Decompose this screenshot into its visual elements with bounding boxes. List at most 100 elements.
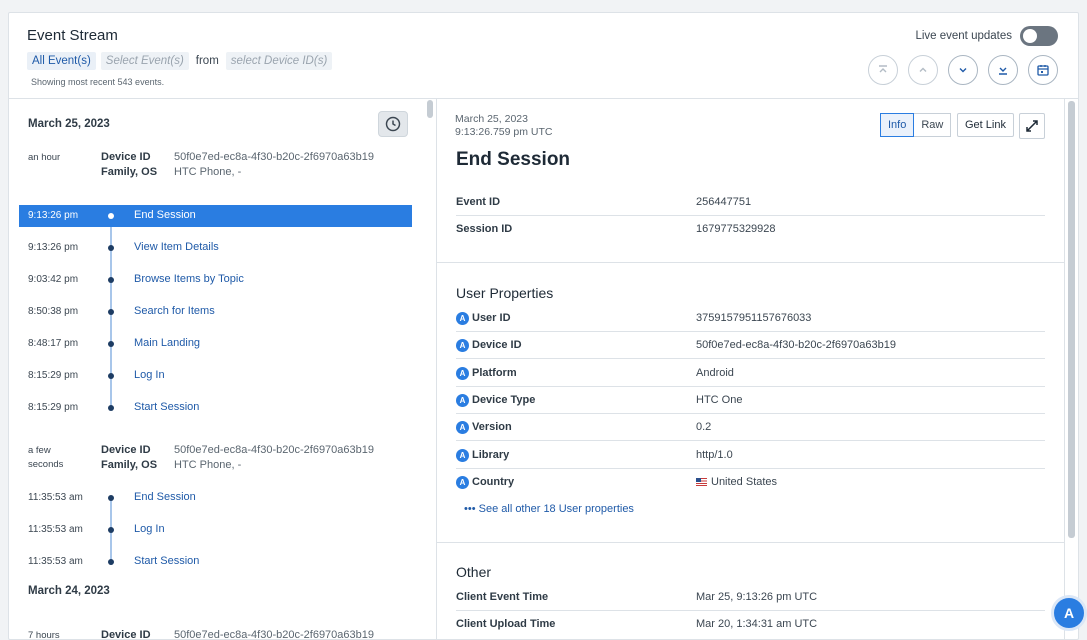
timeline-dot bbox=[108, 309, 114, 315]
event-name: End Session bbox=[134, 209, 196, 221]
event-name: View Item Details bbox=[134, 241, 219, 253]
next-button[interactable] bbox=[948, 55, 978, 85]
amplitude-icon: A bbox=[456, 476, 469, 489]
event-row[interactable]: 8:48:17 pm Main Landing bbox=[19, 333, 412, 355]
jump-to-bottom-button[interactable] bbox=[988, 55, 1018, 85]
event-time: 8:50:38 pm bbox=[28, 306, 79, 317]
event-name: Main Landing bbox=[134, 337, 201, 349]
timeline-dot bbox=[108, 373, 114, 379]
amplitude-logo-icon: A bbox=[1063, 605, 1075, 621]
event-filter: All Event(s) Select Event(s) from select… bbox=[27, 52, 333, 70]
device-id-value: 50f0e7ed-ec8a-4f30-b20c-2f6970a63b19 bbox=[174, 444, 374, 456]
event-row[interactable]: 8:15:29 pm Start Session bbox=[19, 397, 412, 419]
event-title: End Session bbox=[456, 149, 571, 170]
property-value: 3759157951157676033 bbox=[696, 312, 812, 324]
family-os-value: HTC Phone, - bbox=[174, 459, 242, 471]
event-time-utc: 9:13:26.759 pm UTC bbox=[455, 126, 553, 138]
next-icon bbox=[959, 68, 967, 73]
other-label: Client Upload Time bbox=[456, 618, 556, 630]
view-toggle: Info Raw bbox=[880, 113, 952, 137]
event-name: Search for Items bbox=[134, 305, 215, 317]
see-all-properties-link[interactable]: ••• See all other 18 User properties bbox=[464, 503, 634, 515]
other-value: Mar 20, 1:34:31 am UTC bbox=[696, 618, 818, 630]
timeline-scrollbar[interactable] bbox=[426, 99, 434, 119]
timeline-scroll-thumb[interactable] bbox=[427, 100, 433, 118]
property-row: A User ID 3759157951157676033 bbox=[456, 305, 1045, 332]
session-age-line1: a few bbox=[28, 445, 51, 456]
property-label: Platform bbox=[472, 367, 517, 379]
expand-icon bbox=[1026, 120, 1038, 132]
timeline-dot bbox=[108, 245, 114, 251]
event-name: Log In bbox=[134, 523, 165, 535]
property-label: User ID bbox=[472, 312, 511, 324]
see-all-label: See all other 18 User properties bbox=[478, 503, 634, 515]
event-row[interactable]: 9:13:26 pm View Item Details bbox=[19, 237, 412, 259]
property-value: United States bbox=[696, 476, 777, 488]
event-name: Log In bbox=[134, 369, 165, 381]
family-os-label: Family, OS bbox=[101, 459, 158, 471]
calendar-icon bbox=[1037, 65, 1049, 76]
event-row[interactable]: 11:35:53 am Start Session bbox=[19, 551, 412, 573]
get-link-button[interactable]: Get Link bbox=[957, 113, 1014, 137]
assistant-button[interactable]: A bbox=[1051, 595, 1087, 631]
select-events-input[interactable]: Select Event(s) bbox=[100, 52, 189, 70]
event-date: March 25, 2023 bbox=[455, 113, 528, 125]
other-title: Other bbox=[456, 564, 492, 580]
event-name: Start Session bbox=[134, 401, 200, 413]
time-format-button[interactable] bbox=[378, 111, 408, 137]
amplitude-icon: A bbox=[456, 394, 469, 407]
property-row: A Device Type HTC One bbox=[456, 387, 1045, 414]
session-age-line2: seconds bbox=[28, 459, 64, 470]
device-id-value: 50f0e7ed-ec8a-4f30-b20c-2f6970a63b19 bbox=[174, 151, 374, 163]
event-row[interactable]: 11:35:53 am End Session bbox=[19, 487, 412, 509]
previous-button[interactable] bbox=[908, 55, 938, 85]
calendar-button[interactable] bbox=[1028, 55, 1058, 85]
property-row: A Platform Android bbox=[456, 360, 1045, 387]
timeline-dot bbox=[108, 405, 114, 411]
event-time: 9:03:42 pm bbox=[28, 274, 79, 285]
other-row: Client Event Time Mar 25, 9:13:26 pm UTC bbox=[456, 584, 1045, 611]
property-label: Device Type bbox=[472, 394, 536, 406]
country-value: United States bbox=[711, 476, 778, 488]
event-id-value: 256447751 bbox=[696, 196, 752, 208]
timeline-dot bbox=[108, 341, 114, 347]
info-tab[interactable]: Info bbox=[880, 113, 915, 137]
property-row: A Device ID 50f0e7ed-ec8a-4f30-b20c-2f69… bbox=[456, 332, 1045, 359]
device-id-input[interactable]: select Device ID(s) bbox=[225, 52, 333, 70]
other-row: Client Upload Time Mar 20, 1:34:31 am UT… bbox=[456, 611, 1045, 638]
event-row[interactable]: 8:15:29 pm Log In bbox=[19, 365, 412, 387]
ellipsis-icon: ••• bbox=[464, 503, 476, 515]
previous-icon bbox=[919, 67, 927, 72]
jump-to-top-button[interactable] bbox=[868, 55, 898, 85]
from-label: from bbox=[195, 55, 219, 67]
expand-button[interactable] bbox=[1019, 113, 1045, 139]
property-label: Library bbox=[472, 449, 510, 461]
jump-to-bottom-icon bbox=[999, 67, 1007, 75]
all-events-chip[interactable]: All Event(s) bbox=[27, 52, 96, 70]
live-updates-toggle[interactable] bbox=[1020, 26, 1058, 46]
event-time: 8:15:29 pm bbox=[28, 370, 79, 381]
event-row[interactable]: 11:35:53 am Log In bbox=[19, 519, 412, 541]
event-row[interactable]: 8:50:38 pm Search for Items bbox=[19, 301, 412, 323]
amplitude-icon: A bbox=[456, 421, 469, 434]
timeline-dot bbox=[108, 527, 114, 533]
date-heading: March 24, 2023 bbox=[28, 585, 110, 597]
timeline-dot bbox=[108, 495, 114, 501]
event-time: 9:13:26 pm bbox=[28, 242, 79, 253]
event-row[interactable]: 9:03:42 pm Browse Items by Topic bbox=[19, 269, 412, 291]
timeline-dot bbox=[108, 559, 114, 565]
session-age: an hour bbox=[28, 152, 61, 163]
raw-tab[interactable]: Raw bbox=[914, 113, 952, 137]
amplitude-icon: A bbox=[456, 312, 469, 325]
event-name: End Session bbox=[134, 491, 196, 503]
user-properties-title: User Properties bbox=[456, 285, 554, 301]
other-value: Mar 25, 9:13:26 pm UTC bbox=[696, 591, 818, 603]
event-timeline: March 25, 2023 an hour Device ID 50f0e7e… bbox=[9, 99, 422, 640]
event-row[interactable]: 9:13:26 pm End Session bbox=[19, 205, 412, 227]
device-id-value: 50f0e7ed-ec8a-4f30-b20c-2f6970a63b19 bbox=[174, 629, 374, 640]
event-time: 11:35:53 am bbox=[28, 492, 83, 503]
amplitude-icon: A bbox=[456, 367, 469, 380]
detail-scrollbar[interactable] bbox=[1068, 101, 1075, 538]
event-id-label: Event ID bbox=[456, 196, 501, 208]
jump-to-top-icon bbox=[879, 65, 887, 73]
